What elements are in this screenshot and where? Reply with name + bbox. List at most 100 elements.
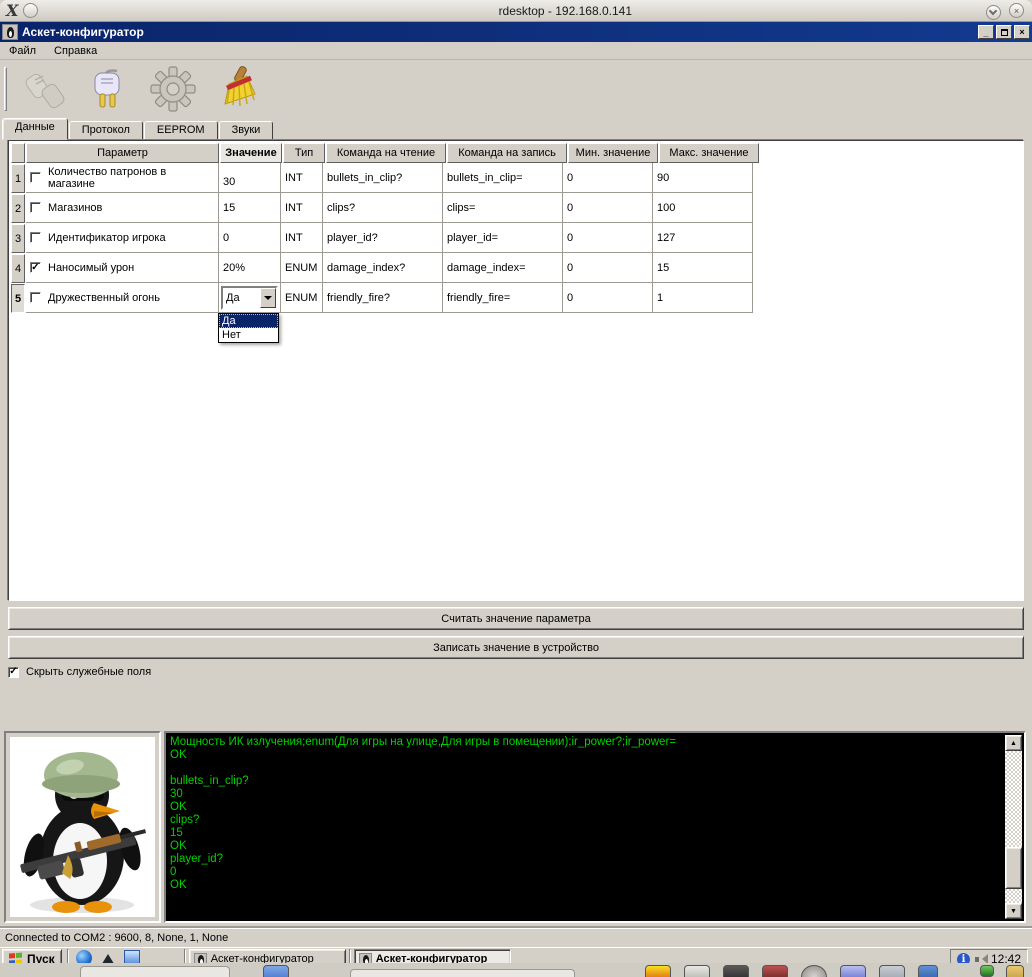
read-cmd-cell: damage_index? bbox=[323, 253, 443, 283]
host-icon[interactable] bbox=[801, 965, 827, 977]
type-cell: INT bbox=[281, 163, 323, 193]
wm-shade-button[interactable] bbox=[985, 4, 1001, 20]
restore-icon bbox=[1000, 28, 1008, 36]
host-icon[interactable] bbox=[980, 965, 994, 977]
host-icon[interactable] bbox=[645, 965, 671, 977]
header-write-cmd[interactable]: Команда на запись bbox=[447, 143, 567, 163]
tab-eeprom[interactable]: EEPROM bbox=[143, 121, 218, 140]
value-cell[interactable]: 0 bbox=[219, 223, 281, 253]
clear-button[interactable] bbox=[211, 65, 263, 113]
header-corner bbox=[11, 143, 25, 163]
mascot-image-frame bbox=[4, 731, 161, 923]
app-title: Аскет-конфигуратор bbox=[22, 25, 144, 39]
read-cmd-cell: clips? bbox=[323, 193, 443, 223]
param-cell[interactable]: Идентификатор игрока bbox=[26, 223, 219, 253]
param-label: Магазинов bbox=[48, 201, 103, 214]
type-cell: ENUM bbox=[281, 253, 323, 283]
read-cmd-cell: bullets_in_clip? bbox=[323, 163, 443, 193]
value-combobox[interactable]: Да bbox=[221, 285, 278, 310]
host-icon[interactable] bbox=[263, 965, 289, 977]
row-number[interactable]: 2 bbox=[11, 194, 25, 223]
restore-button[interactable] bbox=[996, 25, 1012, 39]
dropdown-option-no[interactable]: Нет bbox=[219, 328, 278, 342]
read-cmd-cell: friendly_fire? bbox=[323, 283, 443, 313]
tab-data[interactable]: Данные bbox=[2, 118, 68, 140]
value-cell[interactable]: 30 bbox=[219, 163, 281, 193]
header-param[interactable]: Параметр bbox=[26, 143, 219, 163]
table-row: 1 Количество патронов в магазине 30 INT … bbox=[11, 163, 760, 193]
menu-file[interactable]: Файл bbox=[0, 43, 45, 59]
wm-title: rdesktop - 192.168.0.141 bbox=[498, 3, 632, 18]
toolbar-grip[interactable] bbox=[4, 67, 7, 111]
wm-close-button[interactable]: × bbox=[1009, 3, 1024, 18]
row-checkbox-checked[interactable]: ✓ bbox=[30, 262, 41, 273]
table-row: 4 ✓ Наносимый урон 20% ENUM damage_index?… bbox=[11, 253, 760, 283]
app-titlebar[interactable]: Аскет-конфигуратор _ × bbox=[0, 22, 1032, 42]
write-cmd-cell: player_id= bbox=[443, 223, 563, 253]
terminal-log: Мощность ИК излучения;enum(Для игры на у… bbox=[164, 731, 1026, 923]
gear-settings-icon bbox=[150, 66, 196, 112]
host-icon[interactable] bbox=[723, 965, 749, 977]
param-cell[interactable]: Дружественный огонь bbox=[26, 283, 219, 313]
tab-bar: Данные Протокол EEPROM Звуки bbox=[2, 118, 1032, 140]
value-cell: Да bbox=[219, 283, 281, 313]
hide-fields-checkbox[interactable]: ✓ bbox=[8, 666, 19, 678]
combobox-drop-button[interactable] bbox=[260, 287, 276, 308]
host-icon[interactable] bbox=[684, 965, 710, 977]
read-parameter-button[interactable]: Считать значение параметра bbox=[8, 607, 1024, 630]
menu-help[interactable]: Справка bbox=[45, 43, 106, 59]
header-min[interactable]: Мин. значение bbox=[568, 143, 658, 163]
host-icon[interactable] bbox=[762, 965, 788, 977]
param-cell[interactable]: Количество патронов в магазине bbox=[26, 163, 219, 193]
wm-titlebar[interactable]: X rdesktop - 192.168.0.141 × bbox=[0, 0, 1032, 22]
row-number[interactable]: 1 bbox=[11, 164, 25, 193]
header-type[interactable]: Тип bbox=[283, 143, 325, 163]
dropdown-option-yes[interactable]: Да bbox=[219, 314, 278, 328]
param-cell[interactable]: ✓ Наносимый урон bbox=[26, 253, 219, 283]
tab-sounds[interactable]: Звуки bbox=[218, 121, 274, 140]
table-header-row: Параметр Значение Тип Команда на чтение … bbox=[11, 143, 760, 163]
param-cell[interactable]: Магазинов bbox=[26, 193, 219, 223]
row-number-selected[interactable]: 5 bbox=[11, 284, 25, 313]
disconnect-button[interactable] bbox=[19, 65, 71, 113]
chevron-down-icon bbox=[264, 295, 272, 304]
min-cell: 0 bbox=[563, 193, 653, 223]
row-checkbox[interactable] bbox=[30, 292, 41, 303]
scroll-up-icon[interactable]: ▲ bbox=[1005, 735, 1022, 751]
hide-service-fields[interactable]: ✓ Скрыть служебные поля bbox=[8, 666, 151, 678]
header-read-cmd[interactable]: Команда на чтение bbox=[326, 143, 446, 163]
host-icon[interactable] bbox=[918, 965, 938, 977]
param-label: Наносимый урон bbox=[48, 261, 135, 274]
host-icon[interactable] bbox=[840, 965, 866, 977]
row-checkbox[interactable] bbox=[30, 172, 41, 183]
host-icon[interactable] bbox=[879, 965, 905, 977]
scrollbar-thumb[interactable] bbox=[1005, 847, 1022, 889]
connect-button[interactable] bbox=[83, 65, 135, 113]
tab-protocol[interactable]: Протокол bbox=[68, 121, 143, 140]
penguin-soldier-image bbox=[10, 737, 155, 917]
close-button[interactable]: × bbox=[1014, 25, 1030, 39]
settings-button[interactable] bbox=[147, 65, 199, 113]
write-cmd-cell: clips= bbox=[443, 193, 563, 223]
write-device-button[interactable]: Записать значение в устройство bbox=[8, 636, 1024, 659]
host-window-fragment bbox=[80, 966, 230, 977]
value-cell[interactable]: 20% bbox=[219, 253, 281, 283]
data-tab-panel: Параметр Значение Тип Команда на чтение … bbox=[8, 140, 1024, 601]
row-number[interactable]: 4 bbox=[11, 254, 25, 283]
row-checkbox[interactable] bbox=[30, 232, 41, 243]
scroll-down-icon[interactable]: ▼ bbox=[1005, 903, 1022, 919]
minimize-button[interactable]: _ bbox=[978, 25, 994, 39]
host-icon[interactable] bbox=[1006, 965, 1024, 977]
header-max[interactable]: Макс. значение bbox=[659, 143, 759, 163]
header-value[interactable]: Значение bbox=[220, 143, 282, 163]
chevron-down-icon bbox=[989, 6, 998, 15]
min-cell: 0 bbox=[563, 253, 653, 283]
terminal-scrollbar[interactable]: ▲ ▼ bbox=[1005, 735, 1022, 919]
type-cell: INT bbox=[281, 193, 323, 223]
row-number[interactable]: 3 bbox=[11, 224, 25, 253]
table-row: 2 Магазинов 15 INT clips? clips= 0 100 bbox=[11, 193, 760, 223]
host-window-fragment bbox=[350, 969, 575, 977]
row-checkbox[interactable] bbox=[30, 202, 41, 213]
value-cell[interactable]: 15 bbox=[219, 193, 281, 223]
write-cmd-cell: friendly_fire= bbox=[443, 283, 563, 313]
